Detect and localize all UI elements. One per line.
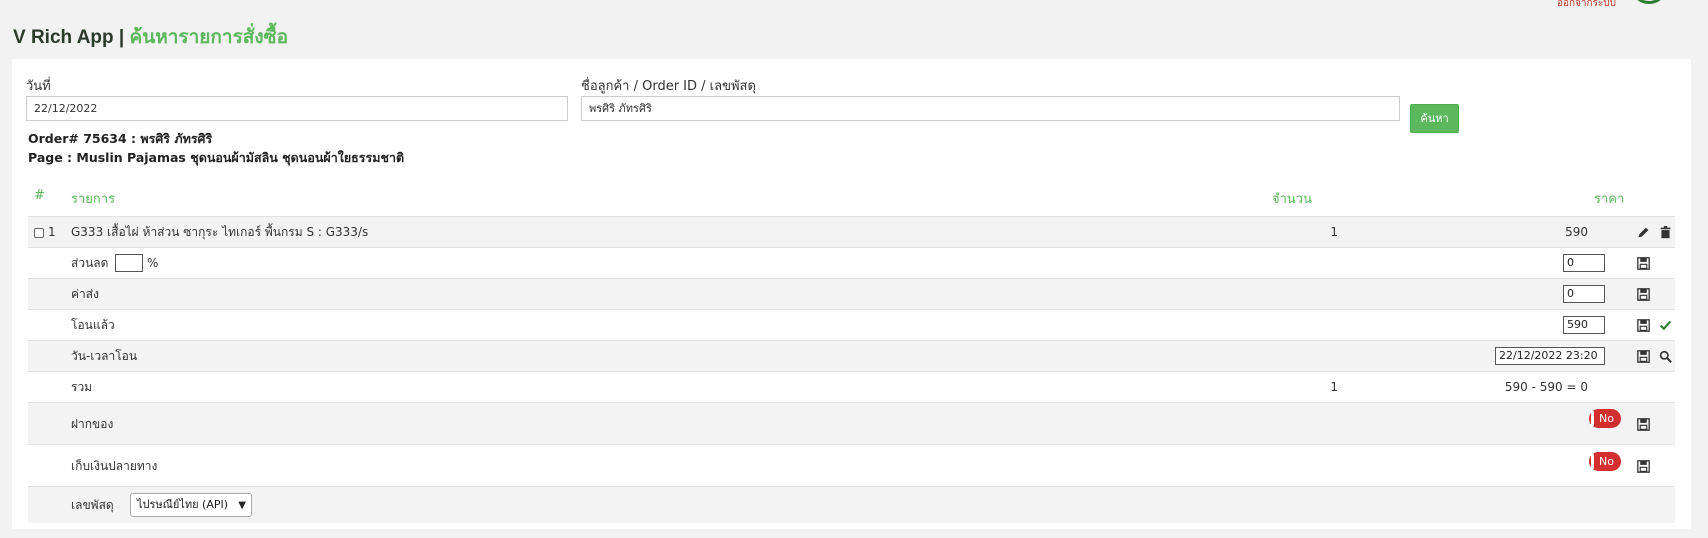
save-icon[interactable] [1635, 286, 1651, 302]
cod-row: เก็บเงินปลายทาง No [28, 444, 1675, 486]
app-name: V Rich App [13, 27, 114, 48]
query-label: ชื่อลูกค้า / Order ID / เลขพัสดุ [581, 79, 756, 94]
save-icon[interactable] [1635, 348, 1651, 364]
transfer-datetime-label: วัน-เวลาโอน [71, 349, 138, 363]
save-icon[interactable] [1635, 317, 1651, 333]
column-header-price: ราคา [1594, 192, 1625, 207]
toggle-knob [1591, 454, 1594, 469]
total-value: 590 - 590 = 0 [1504, 380, 1588, 394]
user-avatar[interactable] [1630, 0, 1668, 4]
cod-label: เก็บเงินปลายทาง [71, 459, 158, 473]
order-search-card: วันที่ 22/12/2022 ชื่อลูกค้า / Order ID … [12, 59, 1691, 529]
deposit-label: ฝากของ [71, 417, 114, 431]
transferred-amount-input[interactable]: 590 [1563, 316, 1605, 334]
item-price: 590 [1565, 225, 1588, 239]
column-header-index: # [34, 188, 45, 203]
header-separator: | [118, 27, 125, 48]
cod-toggle-text: No [1599, 455, 1614, 468]
pencil-icon[interactable] [1635, 224, 1651, 240]
transfer-datetime-row: วัน-เวลาโอน 22/12/2022 23:20 [28, 340, 1675, 371]
discount-amount-input[interactable]: 0 [1563, 254, 1605, 272]
deposit-row: ฝากของ No [28, 402, 1675, 444]
transfer-datetime-input[interactable]: 22/12/2022 23:20 [1495, 347, 1605, 365]
top-right-logout-text[interactable]: ออกจากระบบ [1557, 0, 1616, 11]
shipping-label: ค่าส่ง [71, 287, 99, 301]
transferred-row: โอนแล้ว 590 [28, 309, 1675, 340]
item-checkbox[interactable] [34, 228, 44, 238]
date-label: วันที่ [26, 79, 51, 94]
cod-toggle[interactable]: No [1589, 452, 1621, 471]
table-row: 1 G333 เสื้อไผ่ ห้าส่วน ซากุระ ไทเกอร์ พ… [28, 216, 1675, 247]
toggle-knob [1591, 411, 1594, 426]
carrier-select[interactable]: ไปรษณีย์ไทย (API) ▼ [130, 493, 252, 517]
page-header: V Rich App | ค้นหารายการสั่งซื้อ [13, 22, 288, 52]
discount-percent-input[interactable] [115, 254, 143, 272]
tracking-label: เลขพัสดุ [71, 498, 114, 512]
save-icon[interactable] [1635, 255, 1651, 271]
customer-search-input[interactable]: พรศิริ ภัทรศิริ [581, 96, 1400, 121]
column-header-item: รายการ [71, 192, 116, 207]
total-label: รวม [71, 380, 93, 394]
date-input[interactable]: 22/12/2022 [26, 96, 568, 121]
order-page: Page : Muslin Pajamas ชุดนอนผ้ามัสลิน ชุ… [28, 150, 405, 165]
tracking-row: เลขพัสดุ ไปรษณีย์ไทย (API) ▼ [28, 486, 1675, 523]
item-qty: 1 [1330, 225, 1338, 239]
search-button[interactable]: ค้นหา [1410, 104, 1459, 133]
chevron-down-icon: ▼ [238, 500, 246, 511]
search-icon[interactable] [1657, 348, 1673, 364]
deposit-toggle-text: No [1599, 412, 1614, 425]
item-name: G333 เสื้อไผ่ ห้าส่วน ซากุระ ไทเกอร์ พื้… [71, 225, 369, 239]
total-row: รวม 1 590 - 590 = 0 [28, 371, 1675, 402]
item-index: 1 [48, 225, 56, 239]
column-header-qty: จำนวน [1272, 192, 1312, 207]
total-qty: 1 [1330, 380, 1338, 394]
shipping-row: ค่าส่ง 0 [28, 278, 1675, 309]
deposit-toggle[interactable]: No [1589, 409, 1621, 428]
trash-icon[interactable] [1657, 224, 1673, 240]
shipping-amount-input[interactable]: 0 [1563, 285, 1605, 303]
carrier-select-value: ไปรษณีย์ไทย (API) [137, 498, 229, 511]
percent-sign: % [147, 256, 159, 270]
save-icon[interactable] [1635, 458, 1651, 474]
save-icon[interactable] [1635, 416, 1651, 432]
discount-row: ส่วนลด % 0 [28, 247, 1675, 278]
transferred-label: โอนแล้ว [71, 318, 115, 332]
order-number: Order# 75634 : พรศิริ ภัทรศิริ [28, 131, 213, 146]
page-title: ค้นหารายการสั่งซื้อ [129, 27, 288, 48]
discount-label: ส่วนลด [71, 256, 109, 270]
check-icon[interactable] [1657, 317, 1673, 333]
